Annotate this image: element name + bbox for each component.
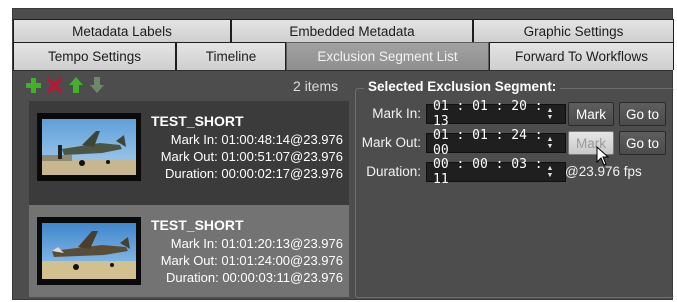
duration-label: Duration: [366,164,421,179]
chevron-up-icon[interactable]: ▲ [547,165,554,172]
tab-exclusion-segment-list[interactable]: Exclusion Segment List [286,42,489,70]
exclusion-settings-panel: Metadata Labels Embedded Metadata Graphi… [12,8,674,300]
mark-out-label: Mark Out: [361,135,421,150]
move-down-button[interactable] [88,77,105,94]
arrow-down-icon [89,77,104,93]
clip-duration: Duration: 00:00:03:11@23.976 [165,270,343,285]
list-item[interactable]: TEST_SHORT Mark In: 01:00:48:14@23.976 M… [29,101,349,193]
items-count: 2 items [293,78,339,94]
tab-row-1: Metadata Labels Embedded Metadata Graphi… [13,19,674,42]
selected-segment-title: Selected Exclusion Segment: [364,79,561,94]
clip-name: TEST_SHORT [151,113,244,129]
add-segment-button[interactable] [25,77,42,94]
clip-mark-out: Mark Out: 01:01:24:00@23.976 [160,253,343,268]
tab-forward-to-workflows[interactable]: Forward To Workflows [489,42,674,70]
segment-list[interactable]: TEST_SHORT Mark In: 01:00:48:14@23.976 M… [29,101,349,297]
clip-mark-in: Mark In: 01:01:20:13@23.976 [170,236,343,251]
tab-timeline[interactable]: Timeline [176,42,286,70]
delete-segment-button[interactable] [46,77,63,94]
mark-in-label: Mark In: [372,106,421,121]
arrow-up-icon [68,77,83,93]
clip-duration: Duration: 00:00:02:17@23.976 [165,166,343,181]
clip-thumbnail [37,217,141,285]
clip-name: TEST_SHORT [151,217,244,233]
mouse-cursor-icon [596,146,610,166]
clip-thumbnail [37,113,141,181]
tab-embedded-metadata[interactable]: Embedded Metadata [231,19,473,42]
list-item[interactable]: TEST_SHORT Mark In: 01:01:20:13@23.976 M… [29,205,349,297]
tab-separator [13,70,672,71]
plus-icon [26,77,41,93]
fps-label: @23.976 fps [565,164,642,179]
tab-tempo-settings[interactable]: Tempo Settings [13,42,176,70]
mark-out-goto-button[interactable]: Go to [619,131,666,155]
clip-mark-out: Mark Out: 01:00:51:07@23.976 [160,149,343,164]
tab-metadata-labels[interactable]: Metadata Labels [13,19,231,42]
mark-out-stepper[interactable]: ▲ ▼ [544,133,556,153]
chevron-down-icon[interactable]: ▼ [547,114,554,121]
chevron-up-icon[interactable]: ▲ [547,136,554,143]
chevron-down-icon[interactable]: ▼ [547,172,554,179]
mark-in-stepper[interactable]: ▲ ▼ [544,104,556,124]
tab-row-2: Tempo Settings Timeline Exclusion Segmen… [13,42,674,70]
tab-graphic-settings[interactable]: Graphic Settings [473,19,674,42]
chevron-up-icon[interactable]: ▲ [547,107,554,114]
segment-toolbar [25,75,105,95]
duration-stepper[interactable]: ▲ ▼ [544,162,556,182]
mark-in-goto-button[interactable]: Go to [619,102,666,126]
x-icon [47,77,62,93]
mark-in-mark-button[interactable]: Mark [568,102,614,126]
chevron-down-icon[interactable]: ▼ [547,143,554,150]
move-up-button[interactable] [67,77,84,94]
clip-mark-in: Mark In: 01:00:48:14@23.976 [170,132,343,147]
